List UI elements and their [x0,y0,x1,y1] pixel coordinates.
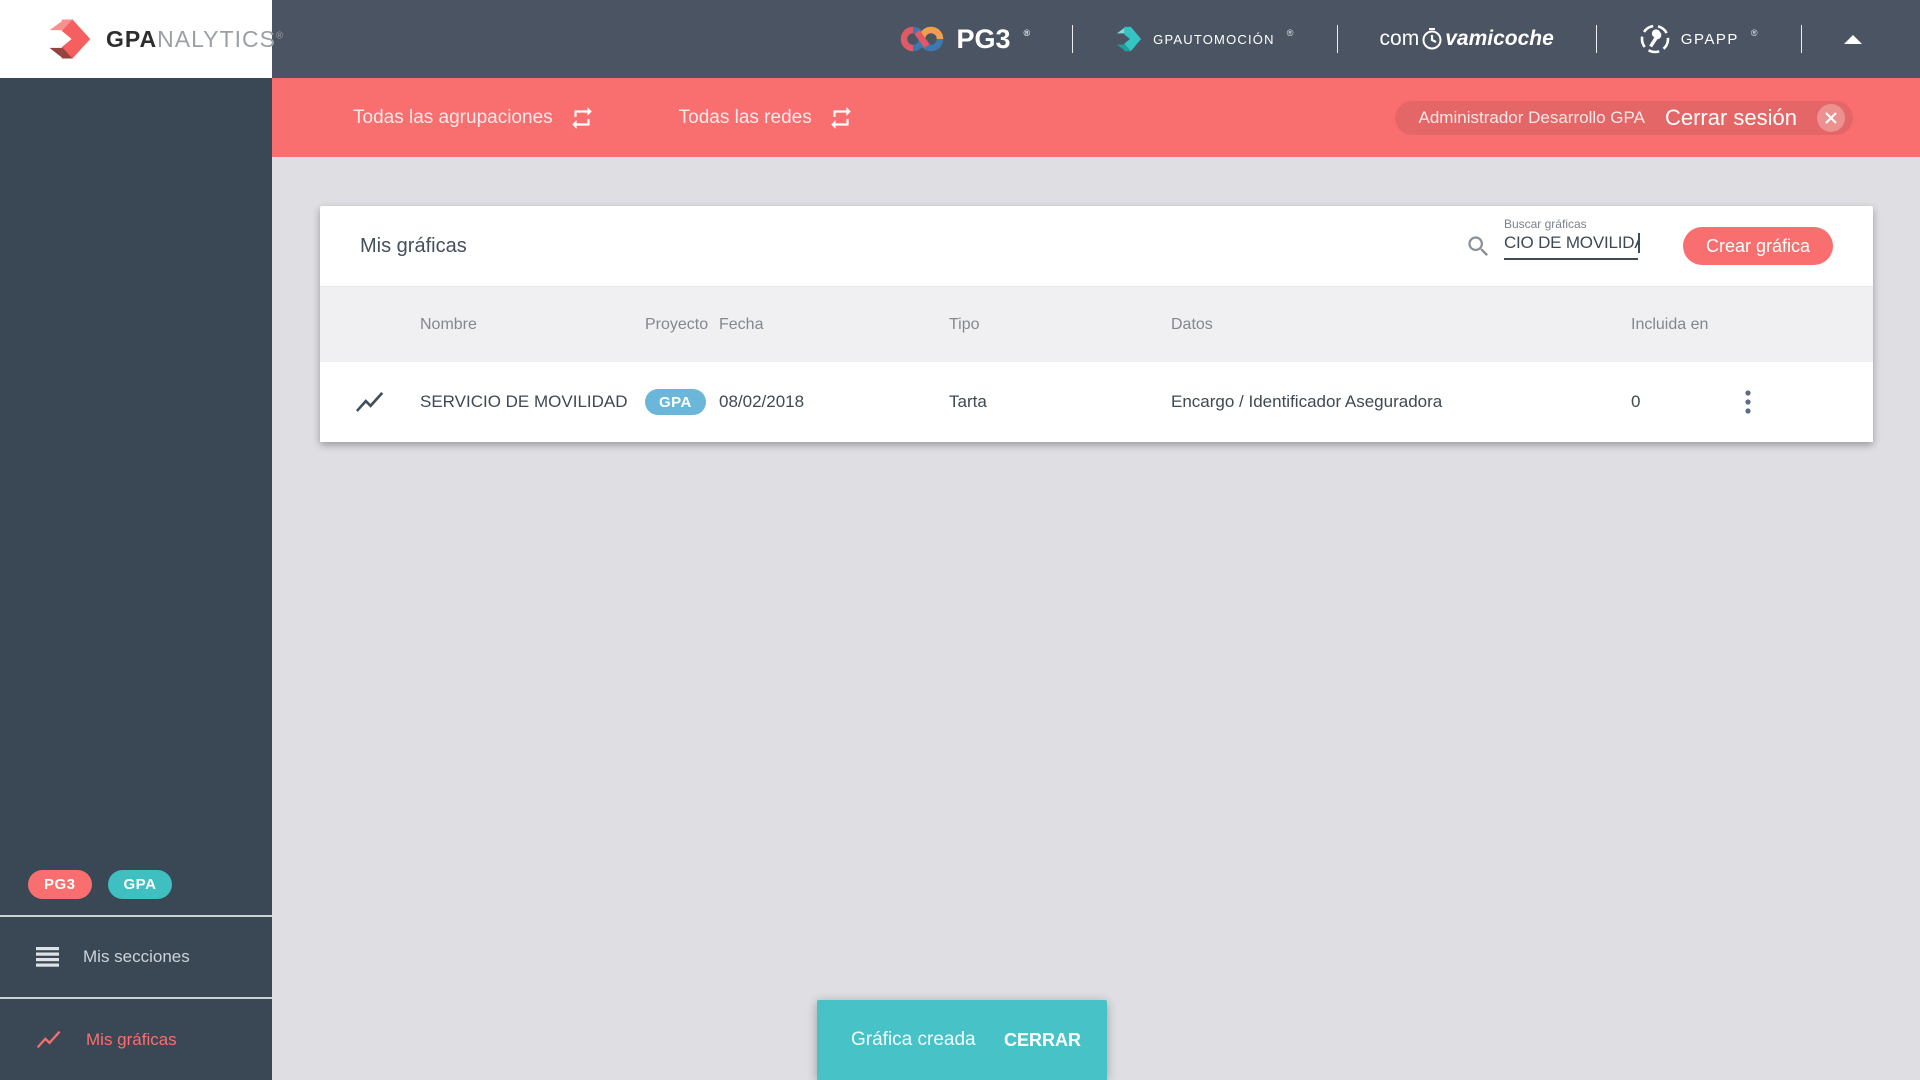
groupings-filter[interactable]: Todas las agrupaciones [353,105,595,131]
gpa-analytics-logo: GPANALYTICS® [0,0,283,78]
snackbar-message: Gráfica creada [851,1029,976,1050]
column-nombre: Nombre [420,315,477,333]
row-chart-type-icon-cell [320,390,420,415]
charts-card: Mis gráficas Buscar gráficas Crear gráfi… [320,206,1873,442]
row-proyecto: GPA [645,389,719,415]
row-datos: Encargo / Identificador Aseguradora [1171,392,1443,411]
column-datos: Datos [1171,315,1213,333]
row-incluida-en: 0 [1631,392,1641,411]
table-header: Nombre Proyecto Fecha Tipo Datos Incluid… [320,286,1873,362]
card-header: Mis gráficas Buscar gráficas Crear gráfi… [320,206,1873,286]
column-fecha: Fecha [719,315,764,333]
row-actions [1731,385,1873,419]
sidebar: GPANALYTICS® PG3 GPA Mis secciones Mis g… [0,0,283,1080]
project-badge: GPA [645,389,706,415]
wrench-icon [1639,23,1671,55]
networks-filter-label: Todas las redes [678,106,812,128]
search-icon [1465,233,1492,260]
user-name-label: Administrador Desarrollo GPA [1418,107,1645,127]
collapse-arrow-icon[interactable] [1844,34,1862,44]
row-fecha: 08/02/2018 [719,392,805,411]
column-incluida-en: Incluida en [1631,315,1709,333]
snackbar: Gráfica creada CERRAR [817,1000,1107,1080]
pg3-badge[interactable]: PG3 [28,870,92,899]
header-divider [1801,25,1802,53]
gpautomocion-wordmark: GPAUTOMOCIÓN [1153,31,1275,47]
sidebar-item-label: Mis gráficas [86,1029,177,1049]
filter-bar: Todas las agrupaciones Todas las redes A… [272,78,1920,157]
gpapp-logo[interactable]: GPAPP ® [1639,23,1759,55]
create-chart-button[interactable]: Crear gráfica [1682,227,1833,265]
gpa-arrow-logo-icon [46,17,92,61]
sidebar-badges: PG3 GPA [0,870,272,899]
groupings-filter-label: Todas las agrupaciones [353,106,553,128]
pg3-wordmark: PG3 [956,23,1011,54]
sidebar-item-label: Mis secciones [83,947,190,966]
clock-icon [1421,27,1443,51]
gpa-badge[interactable]: GPA [107,870,173,899]
hamburger-icon [36,947,59,967]
gpautomocion-arrow-icon [1115,26,1143,52]
comprovamicoche-logo[interactable]: com vamicoche [1380,27,1554,51]
header-divider [1336,25,1338,53]
snackbar-close-button[interactable]: CERRAR [994,1022,1091,1059]
session-pill: Administrador Desarrollo GPA Cerrar sesi… [1394,100,1853,135]
column-proyecto: Proyecto [645,315,709,333]
search-label: Buscar gráficas [1503,216,1587,231]
gpapp-wordmark: GPAPP [1680,30,1739,48]
main-content: Mis gráficas Buscar gráficas Crear gráfi… [272,157,1920,1080]
top-brand-bar: PG3 ® GPAUTOMOCIÓN ® com vamicoche GPAPP… [272,0,1920,78]
gpautomocion-logo[interactable]: GPAUTOMOCIÓN ® [1115,26,1294,52]
logout-button[interactable]: Cerrar sesión [1665,105,1797,131]
networks-filter[interactable]: Todas las redes [679,105,854,131]
row-tipo: Tarta [949,392,987,411]
column-tipo: Tipo [949,315,980,333]
header-divider [1595,25,1597,53]
kebab-menu-icon[interactable] [1731,385,1765,419]
gpa-analytics-wordmark: GPANALYTICS® [106,25,285,52]
search-field: Buscar gráficas [1503,217,1640,260]
sidebar-item-mis-graficas[interactable]: Mis gráficas [0,999,272,1080]
line-chart-icon [355,390,385,415]
comprovamicoche-prefix: com [1379,27,1420,50]
logout-close-icon[interactable] [1817,103,1845,132]
pg3-logo[interactable]: PG3 ® [899,24,1030,55]
line-chart-icon [36,1029,62,1051]
repeat-icon [828,105,854,131]
search-zone: Buscar gráficas Crear gráfica [1465,217,1833,265]
search-input[interactable] [1503,232,1638,260]
row-nombre: SERVICIO DE MOVILIDAD [420,392,628,411]
pg3-infinity-icon [899,24,945,54]
table-row[interactable]: SERVICIO DE MOVILIDAD GPA 08/02/2018 Tar… [320,362,1873,442]
repeat-icon [569,105,595,131]
sidebar-item-mis-secciones[interactable]: Mis secciones [0,917,272,997]
page-title: Mis gráficas [360,234,467,257]
comprovamicoche-suffix: vamicoche [1445,27,1554,50]
header-divider [1072,25,1074,53]
